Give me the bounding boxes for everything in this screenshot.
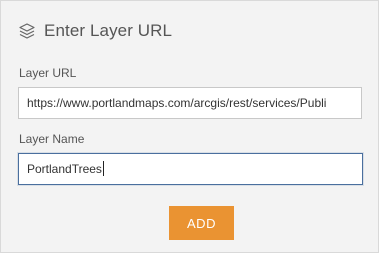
layer-name-label: Layer Name <box>19 132 85 146</box>
panel-header: Enter Layer URL <box>18 20 172 42</box>
layers-icon <box>18 22 36 40</box>
layer-name-value: PortlandTrees <box>27 162 102 176</box>
layer-url-value: https://www.portlandmaps.com/arcgis/rest… <box>27 96 327 110</box>
text-caret <box>102 161 104 177</box>
layer-url-label: Layer URL <box>19 66 77 80</box>
add-button[interactable]: ADD <box>169 206 234 240</box>
layer-name-input[interactable]: PortlandTrees <box>17 152 364 186</box>
layer-url-input[interactable]: https://www.portlandmaps.com/arcgis/rest… <box>18 87 362 119</box>
panel-title: Enter Layer URL <box>44 21 173 40</box>
add-layer-panel: Enter Layer URL Layer URL https://www.po… <box>0 0 379 253</box>
